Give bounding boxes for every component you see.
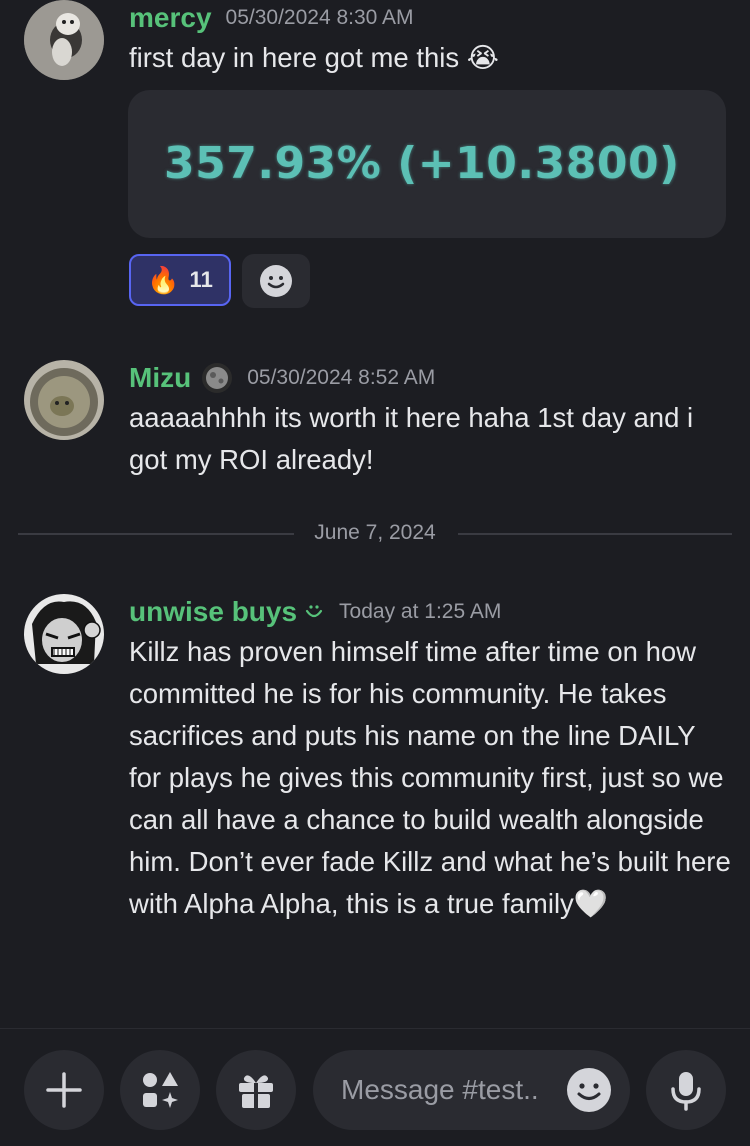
apps-icon: [143, 1072, 178, 1108]
add-reaction-button[interactable]: [242, 254, 310, 308]
moon-icon: [201, 362, 233, 394]
date-divider: June 7, 2024: [314, 521, 436, 544]
composer-separator: [0, 1028, 750, 1029]
emoji-picker-icon[interactable]: [566, 1067, 612, 1113]
timestamp: 05/30/2024 8:30 AM: [225, 6, 414, 29]
status-icon: [303, 601, 325, 623]
plus-icon: [46, 1072, 82, 1108]
fire-icon: 🔥: [147, 264, 180, 295]
author-name[interactable]: Mizu: [129, 362, 191, 394]
voice-message-button[interactable]: [646, 1050, 726, 1130]
message-text: Killz has proven himself time after time…: [129, 636, 731, 919]
add-attachment-button[interactable]: [24, 1050, 104, 1130]
avatar[interactable]: [24, 594, 104, 674]
timestamp: 05/30/2024 8:52 AM: [247, 366, 436, 389]
attachment-value-text: 357.93% (+10.3800): [164, 138, 680, 189]
message-input[interactable]: Message #test..: [313, 1050, 630, 1130]
message-input-placeholder: Message #test..: [341, 1074, 539, 1105]
apps-button[interactable]: [120, 1050, 200, 1130]
timestamp: Today at 1:25 AM: [339, 600, 502, 623]
author-name[interactable]: mercy: [129, 2, 212, 34]
message-text: first day in here got me this 😭: [129, 42, 499, 73]
reaction-fire[interactable]: 🔥 11: [129, 254, 231, 306]
image-attachment[interactable]: 357.93% (+10.3800): [128, 90, 726, 238]
smile-icon: [260, 265, 292, 297]
microphone-icon: [671, 1072, 701, 1111]
gift-icon: [239, 1075, 273, 1108]
author-name[interactable]: unwise buys: [129, 596, 297, 628]
avatar[interactable]: [24, 0, 104, 80]
gift-button[interactable]: [216, 1050, 296, 1130]
avatar[interactable]: [24, 360, 104, 440]
reaction-count: 11: [189, 267, 213, 292]
message-text: aaaaahhhh its worth it here haha 1st day…: [129, 402, 694, 475]
